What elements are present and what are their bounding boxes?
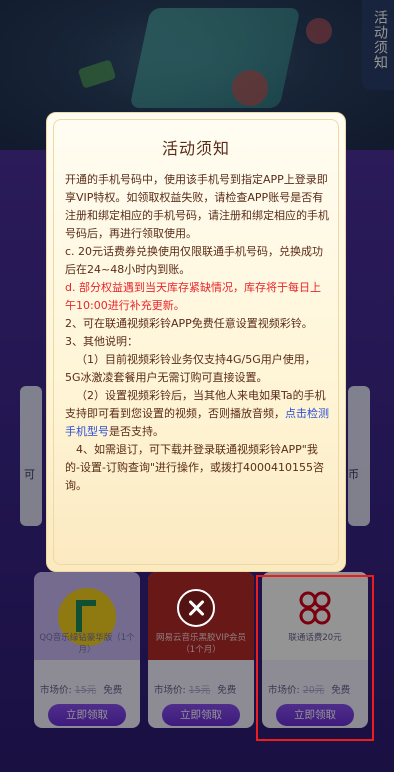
highlight-box	[256, 575, 374, 741]
modal-title: 活动须知	[161, 139, 230, 158]
notice-paragraph: （1）目前视频彩铃业务仅支持4G/5G用户使用，5G冰激凌套餐用户无需订购可直接…	[65, 353, 316, 384]
notice-paragraph: （2）设置视频彩铃后，当其他人来电如果Ta的手机支持即可看到您设置的视频，否则播…	[65, 387, 329, 441]
notice-text: 是否支持。	[109, 425, 164, 438]
notice-paragraph: 2、可在联通视频彩铃APP免费任意设置视频彩铃。	[65, 317, 313, 330]
notice-paragraph: 3、其他说明：	[65, 335, 138, 348]
modal-body[interactable]: 开通的手机号码中，使用该手机号到指定APP上登录即享VIP特权。如领取权益失败，…	[65, 171, 329, 563]
notice-paragraph: 开通的手机号码中，使用该手机号到指定APP上登录即享VIP特权。如领取权益失败，…	[65, 173, 329, 240]
activity-notice-modal: 活动须知 开通的手机号码中，使用该手机号到指定APP上登录即享VIP特权。如领取…	[46, 112, 346, 572]
notice-paragraph-warning: d. 部分权益遇到当天库存紧缺情况，库存将于每日上午10:00进行补充更新。	[65, 281, 321, 312]
notice-paragraph: c. 20元话费券兑换使用仅限联通手机号码，兑换成功后在24~48小时内到账。	[65, 245, 324, 276]
notice-paragraph: 4、如需退订，可下载并登录联通视频彩铃APP"我的-设置-订购查询"进行操作，或…	[65, 443, 324, 492]
close-icon[interactable]	[177, 589, 215, 627]
